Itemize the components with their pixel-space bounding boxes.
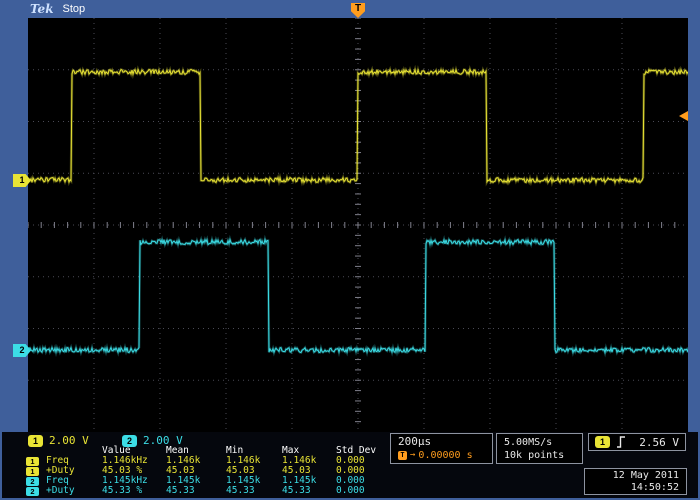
top-bar: Tek Stop: [0, 0, 700, 18]
measurement-std: 0.000: [336, 486, 394, 496]
measurement-max: 45.33: [282, 486, 336, 496]
trigger-level-value: 2.56 V: [639, 436, 679, 449]
rising-edge-icon: [616, 436, 626, 448]
row-channel-badge: 2: [26, 477, 39, 486]
arrow-right-icon: →: [410, 449, 415, 462]
date-value: 12 May 2011: [585, 470, 679, 482]
time-value: 14:50:52: [585, 482, 679, 494]
trigger-position-value: 0.00000 s: [418, 449, 472, 462]
timebase-readout: 200µs T → 0.00000 s: [390, 433, 493, 464]
measurement-mean: 45.33: [166, 486, 226, 496]
record-length-value: 10k points: [504, 449, 582, 462]
ch2-marker-label: 2: [19, 345, 24, 355]
ch1-badge: 1: [28, 435, 43, 447]
trigger-readout: 1 2.56 V: [588, 433, 686, 451]
oscilloscope-screen: Tek Stop T 1 2 1 2.00 V 2 2.00 V 200µs T…: [0, 0, 700, 500]
measurement-value: 45.33 %: [102, 486, 166, 496]
waveform-plot: [28, 18, 688, 432]
trigger-position-icon: T: [398, 451, 407, 460]
acquisition-readout: 5.00MS/s 10k points: [496, 433, 583, 464]
row-channel-badge: 1: [26, 467, 39, 476]
trigger-flag-label: T: [355, 3, 361, 14]
row-channel-badge: 2: [26, 487, 39, 496]
trigger-position-readout: T → 0.00000 s: [398, 449, 492, 462]
timebase-value: 200µs: [398, 435, 492, 449]
measurements-table: Value Mean Min Max Std Dev 1 Freq 1.146k…: [26, 446, 396, 496]
ch1-marker-label: 1: [19, 175, 24, 185]
measurement-label: +Duty: [46, 486, 102, 496]
tek-logo: Tek: [30, 2, 54, 16]
measurement-min: 45.33: [226, 486, 282, 496]
acquisition-status: Stop: [63, 3, 86, 15]
datetime-readout: 12 May 2011 14:50:52: [584, 468, 687, 495]
sample-rate-value: 5.00MS/s: [504, 436, 582, 449]
measurement-row: 2 +Duty 45.33 % 45.33 45.33 45.33 0.000: [26, 486, 396, 496]
trigger-source-badge: 1: [595, 436, 610, 448]
readout-panel: 1 2.00 V 2 2.00 V 200µs T → 0.00000 s 5.…: [2, 432, 698, 498]
trigger-level-arrow-icon: [679, 111, 688, 121]
row-channel-badge: 1: [26, 457, 39, 466]
graticule-display: [28, 18, 688, 432]
